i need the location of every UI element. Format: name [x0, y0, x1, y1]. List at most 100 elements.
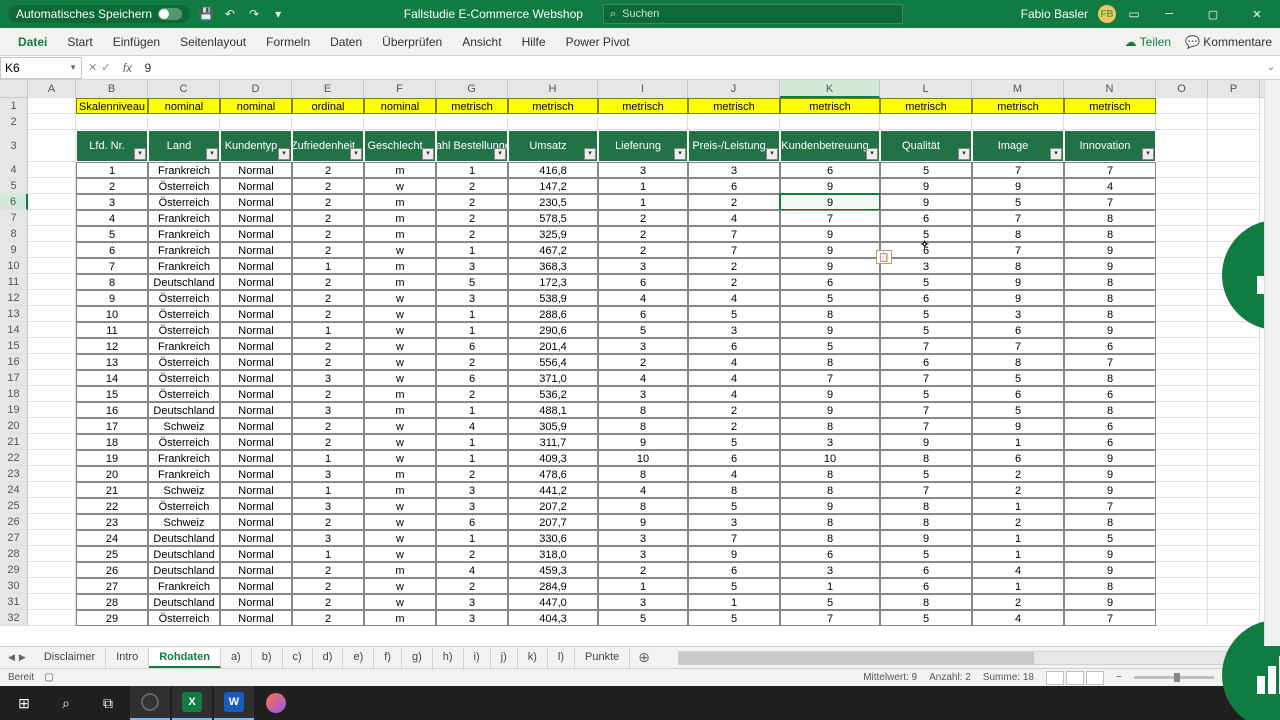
cell[interactable]: 2 [292, 178, 364, 194]
cell[interactable]: 4 [972, 610, 1064, 626]
row-header-31[interactable]: 31 [0, 594, 28, 610]
cell[interactable]: 3 [292, 370, 364, 386]
fx-icon[interactable]: fx [116, 61, 138, 75]
cell[interactable] [1208, 386, 1260, 402]
cell[interactable] [1156, 274, 1208, 290]
cancel-icon[interactable]: ✕ [88, 61, 97, 74]
col-header-I[interactable]: I [598, 80, 688, 98]
cell[interactable]: 4 [688, 354, 780, 370]
cell[interactable]: Normal [220, 610, 292, 626]
cell[interactable]: 371,0 [508, 370, 598, 386]
cell[interactable]: Normal [220, 530, 292, 546]
cell[interactable]: 201,4 [508, 338, 598, 354]
cell[interactable]: 9 [972, 178, 1064, 194]
cell[interactable]: Deutschland [148, 546, 220, 562]
tab-powerpivot[interactable]: Power Pivot [556, 29, 640, 55]
row-header-3[interactable]: 3 [0, 130, 28, 162]
vertical-scrollbar[interactable] [1264, 80, 1280, 646]
cell[interactable]: 5 [880, 466, 972, 482]
cell[interactable]: Frankreich [148, 258, 220, 274]
cell[interactable] [598, 114, 688, 130]
horizontal-scrollbar[interactable] [678, 651, 1272, 665]
table-header[interactable]: Preis-/Leistung▾ [688, 130, 780, 162]
cell[interactable]: Normal [220, 354, 292, 370]
cell[interactable]: 6 [76, 242, 148, 258]
cell[interactable]: 9 [1064, 482, 1156, 498]
cell[interactable] [28, 418, 76, 434]
cell[interactable] [1156, 354, 1208, 370]
col-header-N[interactable]: N [1064, 80, 1156, 98]
zoom-slider[interactable] [1134, 676, 1214, 679]
cell[interactable] [1208, 114, 1260, 130]
view-pagelayout-icon[interactable] [1066, 671, 1084, 685]
sheet-tab-g)[interactable]: g) [402, 648, 433, 668]
sheet-tab-i)[interactable]: i) [464, 648, 491, 668]
cell[interactable]: 1 [436, 530, 508, 546]
cell[interactable]: 3 [598, 338, 688, 354]
cell[interactable]: 8 [1064, 578, 1156, 594]
cell[interactable]: 7 [880, 370, 972, 386]
cell[interactable]: 9 [1064, 242, 1156, 258]
cell[interactable]: 8 [1064, 402, 1156, 418]
cell[interactable]: 2 [292, 418, 364, 434]
cell[interactable]: Normal [220, 338, 292, 354]
cell[interactable]: 538,9 [508, 290, 598, 306]
cell[interactable]: 416,8 [508, 162, 598, 178]
cell[interactable]: 25 [76, 546, 148, 562]
tab-insert[interactable]: Einfügen [103, 29, 170, 55]
cell[interactable]: 4 [76, 210, 148, 226]
cell[interactable]: 3 [598, 546, 688, 562]
cell[interactable]: 6 [880, 562, 972, 578]
row-header-1[interactable]: 1 [0, 98, 28, 114]
cell[interactable]: 9 [780, 386, 880, 402]
sheet-tab-k)[interactable]: k) [518, 648, 548, 668]
cell[interactable]: 8 [972, 258, 1064, 274]
row-header-19[interactable]: 19 [0, 402, 28, 418]
cell[interactable] [1156, 402, 1208, 418]
cell[interactable]: 1 [76, 162, 148, 178]
cell[interactable]: 7 [688, 530, 780, 546]
firefox-app-icon[interactable] [256, 686, 296, 720]
view-buttons[interactable] [1046, 671, 1104, 685]
cell[interactable] [28, 306, 76, 322]
tab-data[interactable]: Daten [320, 29, 372, 55]
filter-dropdown-icon[interactable]: ▾ [206, 148, 218, 160]
cell[interactable] [28, 386, 76, 402]
cell[interactable]: Frankreich [148, 578, 220, 594]
cell[interactable]: 207,7 [508, 514, 598, 530]
cell[interactable]: Normal [220, 162, 292, 178]
cell[interactable]: 7 [1064, 498, 1156, 514]
cell[interactable] [1208, 562, 1260, 578]
cell[interactable]: 7 [780, 370, 880, 386]
cell[interactable]: metrisch [1064, 98, 1156, 114]
cell[interactable]: 8 [780, 482, 880, 498]
cell[interactable]: metrisch [780, 98, 880, 114]
cell[interactable]: 16 [76, 402, 148, 418]
cell[interactable]: 5 [76, 226, 148, 242]
cell[interactable]: 230,5 [508, 194, 598, 210]
cell[interactable]: 9 [780, 226, 880, 242]
cell[interactable]: 207,2 [508, 498, 598, 514]
cell[interactable]: 4 [688, 210, 780, 226]
cell[interactable]: 11 [76, 322, 148, 338]
cell[interactable]: 10 [598, 450, 688, 466]
table-header[interactable]: Innovation▾ [1064, 130, 1156, 162]
filter-dropdown-icon[interactable]: ▾ [1142, 148, 1154, 160]
cell[interactable] [1208, 210, 1260, 226]
cell[interactable]: 1 [436, 162, 508, 178]
cell[interactable]: 17 [76, 418, 148, 434]
tab-file[interactable]: Datei [8, 29, 57, 55]
cell[interactable]: Normal [220, 242, 292, 258]
cell[interactable]: Deutschland [148, 274, 220, 290]
cell[interactable] [1156, 162, 1208, 178]
row-header-11[interactable]: 11 [0, 274, 28, 290]
cell[interactable]: 6 [436, 370, 508, 386]
sheet-tab-j)[interactable]: j) [491, 648, 518, 668]
col-header-C[interactable]: C [148, 80, 220, 98]
filter-dropdown-icon[interactable]: ▾ [422, 148, 434, 160]
filter-dropdown-icon[interactable]: ▾ [866, 148, 878, 160]
cell[interactable]: 9 [76, 290, 148, 306]
cell[interactable]: 3 [598, 258, 688, 274]
cell[interactable]: 8 [1064, 210, 1156, 226]
cell[interactable]: 3 [688, 514, 780, 530]
